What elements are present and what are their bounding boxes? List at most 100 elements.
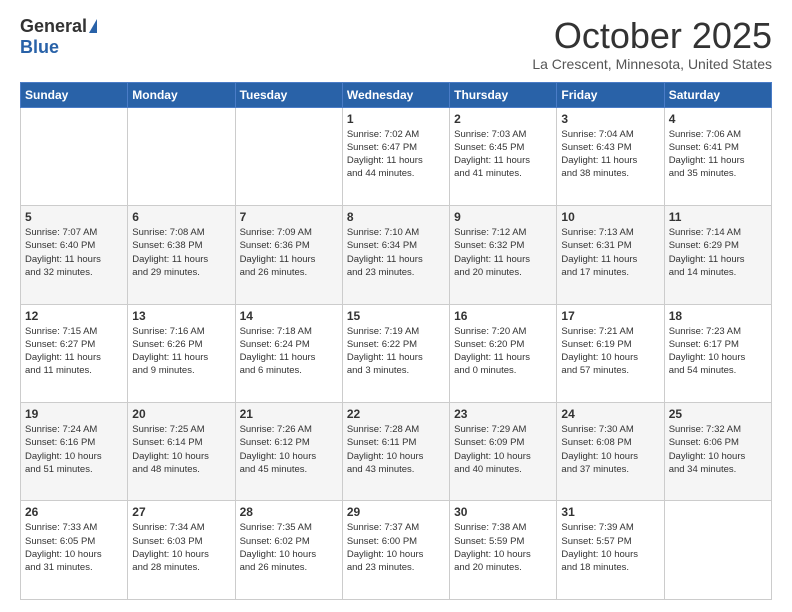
day-number: 22 [347,407,445,421]
table-row: 21 Sunrise: 7:26 AM Sunset: 6:12 PM Dayli… [235,403,342,501]
day-number: 6 [132,210,230,224]
day-number: 30 [454,505,552,519]
day-info: Sunrise: 7:18 AM Sunset: 6:24 PM Dayligh… [240,325,338,378]
header-monday: Monday [128,82,235,107]
header-tuesday: Tuesday [235,82,342,107]
day-number: 5 [25,210,123,224]
day-info: Sunrise: 7:21 AM Sunset: 6:19 PM Dayligh… [561,325,659,378]
calendar-row: 12 Sunrise: 7:15 AM Sunset: 6:27 PM Dayli… [21,304,772,402]
day-number: 20 [132,407,230,421]
day-info: Sunrise: 7:25 AM Sunset: 6:14 PM Dayligh… [132,423,230,476]
logo-general-text: General [20,16,87,37]
table-row [21,107,128,205]
table-row: 29Sunrise: 7:37 AM Sunset: 6:00 PM Dayli… [342,501,449,600]
weekday-header-row: Sunday Monday Tuesday Wednesday Thursday… [21,82,772,107]
day-info: Sunrise: 7:20 AM Sunset: 6:20 PM Dayligh… [454,325,552,378]
day-number: 12 [25,309,123,323]
day-number: 4 [669,112,767,126]
day-number: 13 [132,309,230,323]
table-row: 1 Sunrise: 7:02 AM Sunset: 6:47 PM Daylig… [342,107,449,205]
logo-triangle-icon [89,19,97,33]
day-number: 3 [561,112,659,126]
header-right: October 2025 La Crescent, Minnesota, Uni… [532,16,772,72]
table-row: 26 Sunrise: 7:33 AM Sunset: 6:05 PM Dayli… [21,501,128,600]
day-info: Sunrise: 7:03 AM Sunset: 6:45 PM Dayligh… [454,128,552,181]
table-row: 19 Sunrise: 7:24 AM Sunset: 6:16 PM Dayli… [21,403,128,501]
day-info: Sunrise: 7:26 AM Sunset: 6:12 PM Dayligh… [240,423,338,476]
header-friday: Friday [557,82,664,107]
day-info: Sunrise: 7:09 AM Sunset: 6:36 PM Dayligh… [240,226,338,279]
calendar-table: Sunday Monday Tuesday Wednesday Thursday… [20,82,772,600]
calendar-row: 5 Sunrise: 7:07 AM Sunset: 6:40 PM Daylig… [21,206,772,304]
day-number: 14 [240,309,338,323]
table-row: 2 Sunrise: 7:03 AM Sunset: 6:45 PM Daylig… [450,107,557,205]
day-info: Sunrise: 7:32 AM Sunset: 6:06 PM Dayligh… [669,423,767,476]
day-number: 26 [25,505,123,519]
day-number: 23 [454,407,552,421]
day-number: 8 [347,210,445,224]
day-number: 16 [454,309,552,323]
day-info: Sunrise: 7:35 AM Sunset: 6:02 PM Dayligh… [240,521,338,574]
day-number: 17 [561,309,659,323]
day-number: 28 [240,505,338,519]
day-number: 29 [347,505,445,519]
day-info: Sunrise: 7:14 AM Sunset: 6:29 PM Dayligh… [669,226,767,279]
table-row: 8 Sunrise: 7:10 AM Sunset: 6:34 PM Daylig… [342,206,449,304]
table-row: 5 Sunrise: 7:07 AM Sunset: 6:40 PM Daylig… [21,206,128,304]
table-row: 20 Sunrise: 7:25 AM Sunset: 6:14 PM Dayli… [128,403,235,501]
day-info: Sunrise: 7:28 AM Sunset: 6:11 PM Dayligh… [347,423,445,476]
day-info: Sunrise: 7:15 AM Sunset: 6:27 PM Dayligh… [25,325,123,378]
header-sunday: Sunday [21,82,128,107]
day-info: Sunrise: 7:12 AM Sunset: 6:32 PM Dayligh… [454,226,552,279]
day-info: Sunrise: 7:10 AM Sunset: 6:34 PM Dayligh… [347,226,445,279]
day-info: Sunrise: 7:08 AM Sunset: 6:38 PM Dayligh… [132,226,230,279]
header-saturday: Saturday [664,82,771,107]
day-info: Sunrise: 7:07 AM Sunset: 6:40 PM Dayligh… [25,226,123,279]
header-thursday: Thursday [450,82,557,107]
table-row: 3Sunrise: 7:04 AM Sunset: 6:43 PM Daylig… [557,107,664,205]
day-info: Sunrise: 7:02 AM Sunset: 6:47 PM Dayligh… [347,128,445,181]
calendar-row: 26 Sunrise: 7:33 AM Sunset: 6:05 PM Dayli… [21,501,772,600]
day-info: Sunrise: 7:30 AM Sunset: 6:08 PM Dayligh… [561,423,659,476]
day-info: Sunrise: 7:24 AM Sunset: 6:16 PM Dayligh… [25,423,123,476]
day-number: 2 [454,112,552,126]
day-number: 24 [561,407,659,421]
day-number: 25 [669,407,767,421]
page: General Blue October 2025 La Crescent, M… [0,0,792,612]
day-info: Sunrise: 7:06 AM Sunset: 6:41 PM Dayligh… [669,128,767,181]
day-number: 9 [454,210,552,224]
day-info: Sunrise: 7:13 AM Sunset: 6:31 PM Dayligh… [561,226,659,279]
table-row: 25 Sunrise: 7:32 AM Sunset: 6:06 PM Dayli… [664,403,771,501]
table-row: 31 Sunrise: 7:39 AM Sunset: 5:57 PM Dayli… [557,501,664,600]
day-number: 31 [561,505,659,519]
table-row: 12 Sunrise: 7:15 AM Sunset: 6:27 PM Dayli… [21,304,128,402]
table-row: 24 Sunrise: 7:30 AM Sunset: 6:08 PM Dayli… [557,403,664,501]
table-row [235,107,342,205]
table-row: 7 Sunrise: 7:09 AM Sunset: 6:36 PM Daylig… [235,206,342,304]
day-number: 15 [347,309,445,323]
calendar-row: 19 Sunrise: 7:24 AM Sunset: 6:16 PM Dayli… [21,403,772,501]
location-title: La Crescent, Minnesota, United States [532,56,772,72]
header: General Blue October 2025 La Crescent, M… [20,16,772,72]
day-number: 27 [132,505,230,519]
day-number: 19 [25,407,123,421]
table-row: 16 Sunrise: 7:20 AM Sunset: 6:20 PM Dayli… [450,304,557,402]
table-row: 6 Sunrise: 7:08 AM Sunset: 6:38 PM Daylig… [128,206,235,304]
table-row [664,501,771,600]
day-info: Sunrise: 7:34 AM Sunset: 6:03 PM Dayligh… [132,521,230,574]
table-row [128,107,235,205]
table-row: 15 Sunrise: 7:19 AM Sunset: 6:22 PM Dayli… [342,304,449,402]
day-number: 21 [240,407,338,421]
table-row: 9 Sunrise: 7:12 AM Sunset: 6:32 PM Daylig… [450,206,557,304]
table-row: 18Sunrise: 7:23 AM Sunset: 6:17 PM Dayli… [664,304,771,402]
day-number: 1 [347,112,445,126]
day-number: 7 [240,210,338,224]
day-info: Sunrise: 7:39 AM Sunset: 5:57 PM Dayligh… [561,521,659,574]
table-row: 4 Sunrise: 7:06 AM Sunset: 6:41 PM Daylig… [664,107,771,205]
day-info: Sunrise: 7:38 AM Sunset: 5:59 PM Dayligh… [454,521,552,574]
day-info: Sunrise: 7:19 AM Sunset: 6:22 PM Dayligh… [347,325,445,378]
table-row: 14 Sunrise: 7:18 AM Sunset: 6:24 PM Dayli… [235,304,342,402]
table-row: 17 Sunrise: 7:21 AM Sunset: 6:19 PM Dayli… [557,304,664,402]
day-number: 11 [669,210,767,224]
day-info: Sunrise: 7:33 AM Sunset: 6:05 PM Dayligh… [25,521,123,574]
